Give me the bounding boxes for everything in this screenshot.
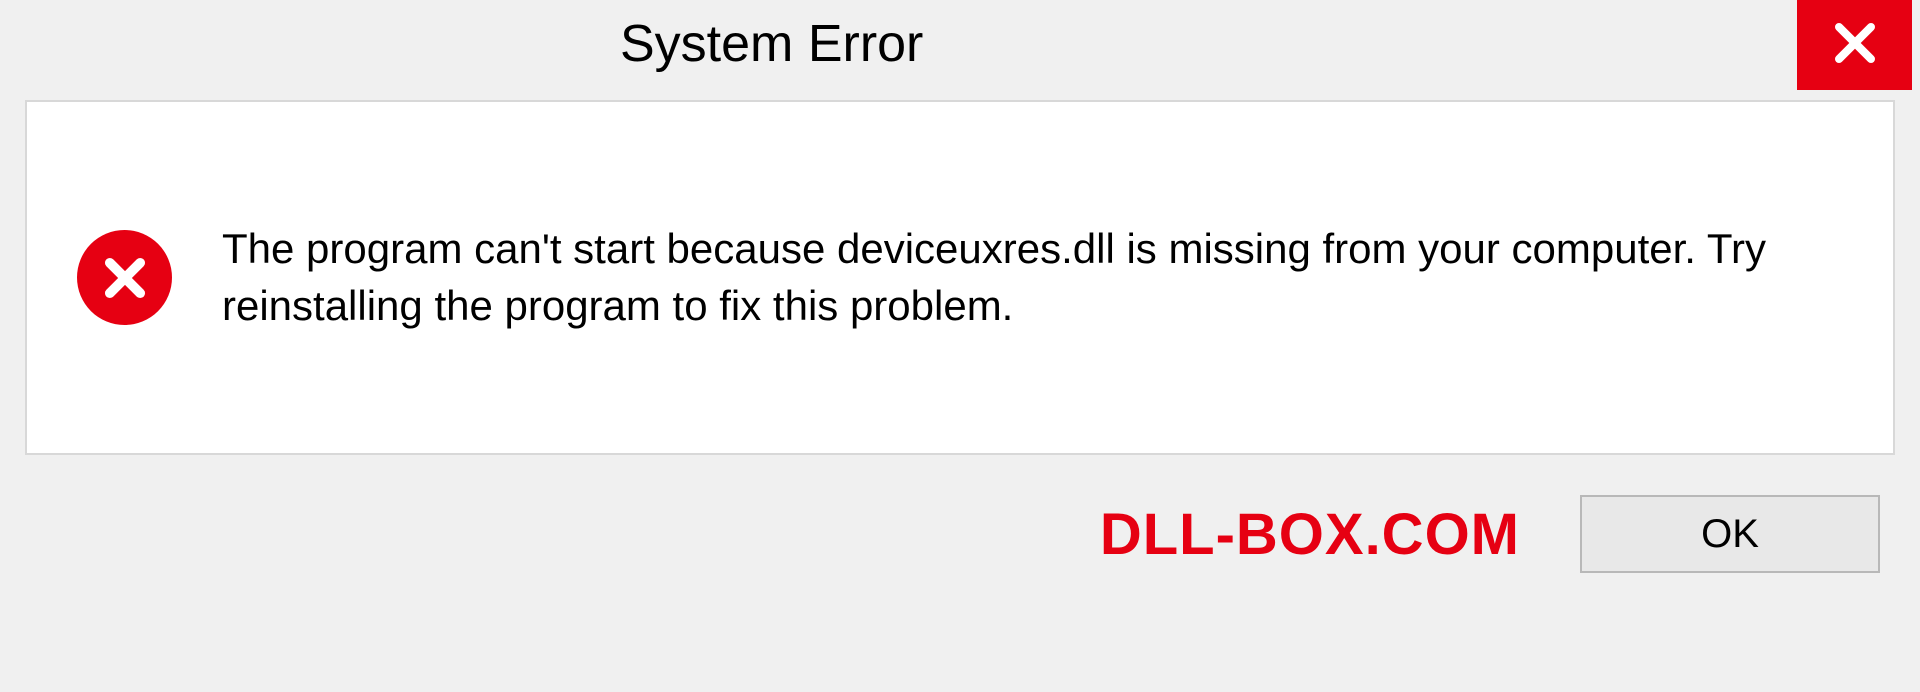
dialog-title: System Error — [620, 14, 923, 74]
titlebar: System Error — [0, 0, 1920, 100]
ok-button-label: OK — [1701, 512, 1759, 557]
ok-button[interactable]: OK — [1580, 495, 1880, 573]
content-box: The program can't start because deviceux… — [25, 100, 1895, 455]
error-message: The program can't start because deviceux… — [222, 221, 1853, 334]
error-dialog: System Error The program can't start bec… — [0, 0, 1920, 692]
close-icon — [1831, 19, 1879, 72]
dialog-footer: DLL-BOX.COM OK — [0, 455, 1920, 573]
watermark-text: DLL-BOX.COM — [1100, 501, 1520, 568]
error-icon — [77, 230, 172, 325]
close-button[interactable] — [1797, 0, 1912, 90]
